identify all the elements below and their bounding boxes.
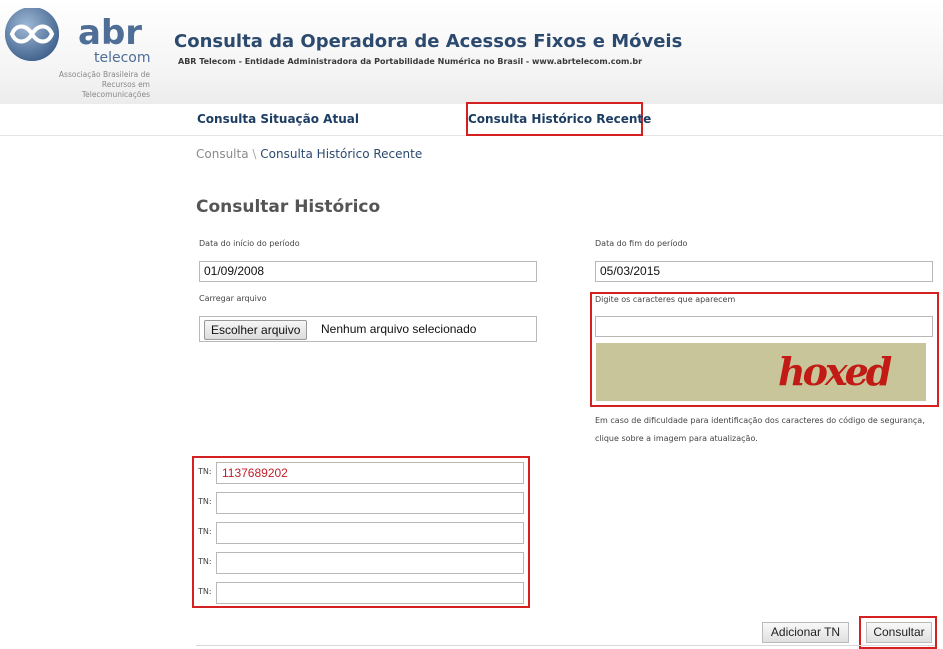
tab-situacao-atual[interactable]: Consulta Situação Atual <box>197 104 359 136</box>
page-title: Consulta da Operadora de Acessos Fixos e… <box>174 31 683 52</box>
breadcrumb-separator: \ <box>252 147 257 161</box>
start-date-label: Data do início do período <box>199 239 300 248</box>
captcha-image[interactable]: hoxed <box>596 343 926 401</box>
captcha-label: Digite os caracteres que aparecem <box>595 295 736 304</box>
file-input: Escolher arquivo Nenhum arquivo selecion… <box>199 316 537 342</box>
page-subtitle: ABR Telecom - Entidade Administradora da… <box>178 57 643 66</box>
tab-historico-recente[interactable]: Consulta Histórico Recente <box>466 102 651 136</box>
logo-caption: Associação Brasileira de Recursos em Tel… <box>58 70 150 99</box>
section-title: Consultar Histórico <box>196 197 381 217</box>
captcha-help-text: Em caso de dificuldade para identificaçã… <box>595 416 925 443</box>
breadcrumb-current[interactable]: Consulta Histórico Recente <box>260 147 422 161</box>
tn-label: TN: <box>198 557 212 566</box>
tn-input-3[interactable] <box>216 522 524 544</box>
tn-label: TN: <box>198 527 212 536</box>
tn-input-2[interactable] <box>216 492 524 514</box>
captcha-input[interactable] <box>595 316 933 337</box>
logo-sub: telecom <box>94 50 151 66</box>
submit-button[interactable]: Consultar <box>866 622 932 643</box>
tn-input-1[interactable]: 1137689202 <box>216 462 524 484</box>
add-tn-button[interactable]: Adicionar TN <box>762 622 849 643</box>
breadcrumb: Consulta \ Consulta Histórico Recente <box>196 147 422 161</box>
tn-label: TN: <box>198 497 212 506</box>
captcha-text: hoxed <box>778 349 892 394</box>
tn-label: TN: <box>198 467 212 476</box>
results-table-edge <box>196 645 935 649</box>
file-label: Carregar arquivo <box>199 294 267 303</box>
start-date-field[interactable]: 01/09/2008 <box>199 261 537 282</box>
end-date-field[interactable]: 05/03/2015 <box>595 261 933 282</box>
tn-label: TN: <box>198 587 212 596</box>
tn-input-5[interactable] <box>216 582 524 604</box>
tn-input-4[interactable] <box>216 552 524 574</box>
breadcrumb-root[interactable]: Consulta <box>196 147 249 161</box>
choose-file-button[interactable]: Escolher arquivo <box>204 320 308 340</box>
logo-name: abr <box>78 13 142 53</box>
page-header: abr telecom Associação Brasileira de Rec… <box>0 0 943 104</box>
file-status: Nenhum arquivo selecionado <box>321 322 477 336</box>
end-date-label: Data do fim do período <box>595 239 688 248</box>
